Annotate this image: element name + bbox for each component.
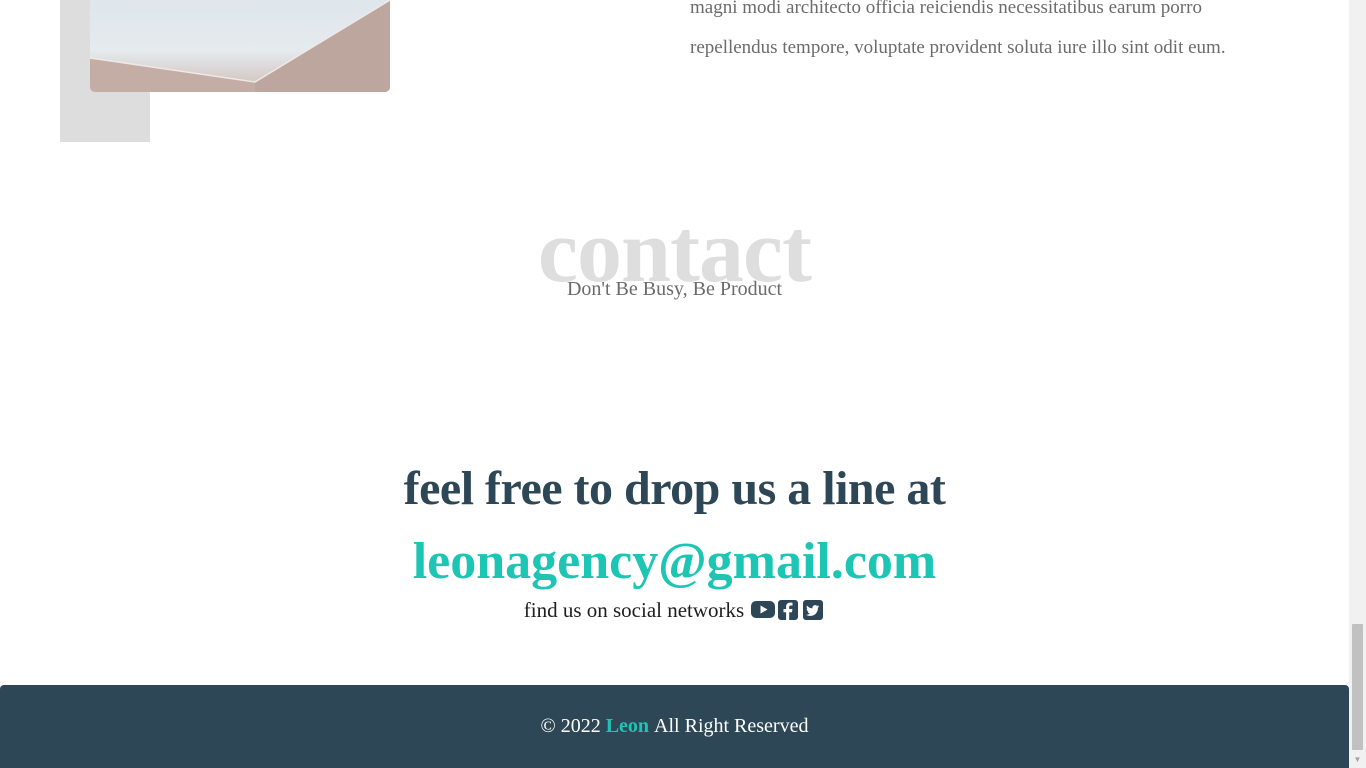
about-paragraph-line: magni modi architecto officia reiciendis… (690, 0, 1202, 18)
facebook-icon[interactable] (776, 598, 800, 622)
contact-heading: feel free to drop us a line at (403, 462, 946, 515)
about-paragraph: magni modi architecto officia reiciendis… (690, 0, 1290, 68)
youtube-icon[interactable] (751, 598, 776, 622)
scrollbar-thumb[interactable] (1352, 624, 1363, 750)
about-paragraph-line: repellendus tempore, voluptate provident… (690, 37, 1226, 58)
email-link[interactable]: leonagency@gmail.com (0, 530, 1349, 594)
contact-section-subtitle: Don't Be Busy, Be Product (566, 278, 783, 300)
about-image (90, 0, 390, 92)
footer-brand-link[interactable]: Leon (606, 715, 649, 738)
twitter-icon[interactable] (801, 598, 825, 622)
footer-copyright: © 2022 (540, 715, 601, 737)
footer: © 2022 Leon All Right Reserved (0, 685, 1349, 768)
vertical-scrollbar[interactable]: ▼ (1349, 0, 1366, 768)
footer-rights: All Right Reserved (654, 715, 809, 737)
scroll-down-arrow-icon[interactable]: ▼ (1353, 755, 1362, 764)
social-networks: find us on social networks (0, 597, 1349, 623)
social-label: find us on social networks (523, 598, 745, 622)
